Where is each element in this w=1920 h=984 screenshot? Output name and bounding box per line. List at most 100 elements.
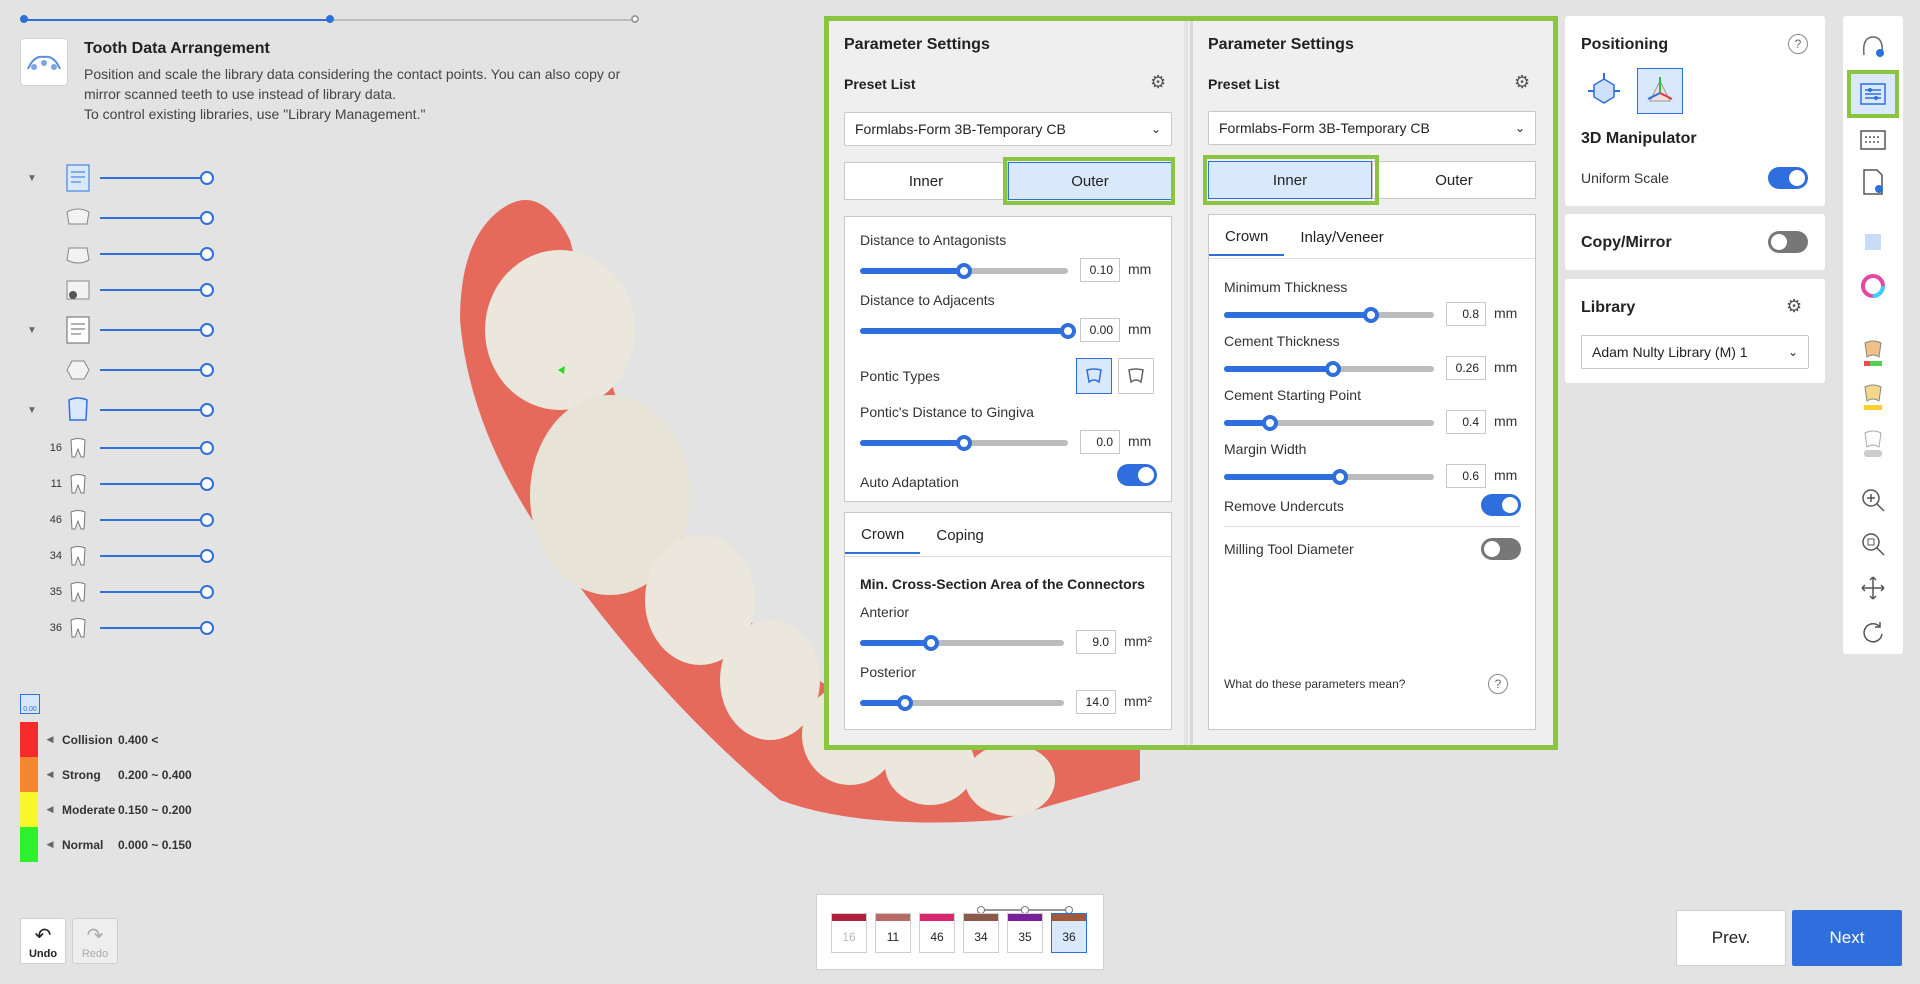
pontic-type-2-icon[interactable]: [1118, 358, 1154, 394]
tab-crown-left[interactable]: Crown: [845, 516, 921, 554]
tree-item-lower-jaw[interactable]: [24, 240, 234, 268]
preset-gear-icon-2[interactable]: ⚙: [1514, 72, 1530, 93]
parameters-help-link[interactable]: What do these parameters mean?: [1224, 677, 1405, 691]
doc-gray-icon[interactable]: [64, 316, 92, 344]
opacity-slider[interactable]: [100, 403, 214, 417]
opacity-slider[interactable]: [100, 441, 214, 455]
collapse-caret-icon[interactable]: ▼: [24, 405, 40, 416]
tree-item-tooth-34[interactable]: 34: [24, 542, 234, 570]
collapse-caret-icon[interactable]: ▼: [24, 173, 40, 184]
tree-item-tooth-16[interactable]: 16: [24, 434, 234, 462]
help-icon[interactable]: ?: [1488, 674, 1508, 694]
library-dropdown[interactable]: Adam Nulty Library (M) 1 ⌄: [1581, 335, 1809, 369]
preset-dropdown-2[interactable]: Formlabs-Form 3B-Temporary CB ⌄: [1208, 111, 1536, 145]
positioning-help-icon[interactable]: ?: [1788, 34, 1808, 54]
tooth-off-icon[interactable]: [1851, 424, 1895, 464]
tooth-collision-icon[interactable]: [1851, 334, 1895, 374]
tree-item-tooth-35[interactable]: 35: [24, 578, 234, 606]
slider-knob[interactable]: [956, 263, 972, 279]
tab-inlay-veneer[interactable]: Inlay/Veneer: [1284, 218, 1399, 256]
distance-antagonists-value[interactable]: 0.10: [1080, 258, 1120, 282]
cement-starting-point-slider[interactable]: [1224, 415, 1434, 431]
slider-knob[interactable]: [956, 435, 972, 451]
preset-dropdown[interactable]: Formlabs-Form 3B-Temporary CB ⌄: [844, 112, 1172, 146]
slider-knob[interactable]: [896, 695, 913, 711]
collapse-caret-icon[interactable]: ▼: [24, 325, 40, 336]
slider-knob[interactable]: [200, 477, 214, 491]
tree-item-tooth-36[interactable]: 36: [24, 614, 234, 642]
opacity-slider[interactable]: [100, 585, 214, 599]
uniform-scale-toggle[interactable]: [1768, 167, 1808, 189]
cement-thickness-slider[interactable]: [1224, 361, 1434, 377]
color-wheel-icon[interactable]: [1851, 266, 1895, 306]
keyboard-icon[interactable]: [1851, 120, 1895, 160]
slider-knob[interactable]: [1331, 469, 1348, 485]
tree-group-cad[interactable]: ▼: [24, 316, 234, 344]
cube-icon[interactable]: [1851, 222, 1895, 262]
pontic-distance-slider[interactable]: [860, 435, 1068, 451]
jaw-bite-icon[interactable]: [64, 276, 92, 304]
parameter-settings-icon[interactable]: [1847, 70, 1899, 118]
jaw-upper-icon[interactable]: [64, 204, 92, 232]
rotate-icon[interactable]: [1851, 612, 1895, 652]
tooth-button-36[interactable]: 36: [1051, 913, 1087, 953]
tab-coping[interactable]: Coping: [920, 516, 1000, 554]
tooth-button-34[interactable]: 34: [963, 913, 999, 953]
anterior-slider[interactable]: [860, 635, 1064, 651]
jaw-lower-icon[interactable]: [64, 240, 92, 268]
auto-adaptation-toggle[interactable]: [1117, 464, 1157, 486]
distance-adjacents-value[interactable]: 0.00: [1080, 318, 1120, 342]
manipulator-3d-icon[interactable]: [1637, 68, 1683, 114]
seg-outer-2[interactable]: Outer: [1372, 161, 1536, 199]
prev-button[interactable]: Prev.: [1676, 910, 1786, 966]
zoom-fit-icon[interactable]: [1851, 524, 1895, 564]
step-dot-3[interactable]: [631, 15, 639, 23]
slider-knob[interactable]: [200, 585, 214, 599]
tooth-icon[interactable]: [64, 542, 92, 570]
tooth-icon[interactable]: [64, 614, 92, 642]
tooth-icon[interactable]: [64, 578, 92, 606]
margin-width-value[interactable]: 0.6: [1446, 464, 1486, 488]
undo-button[interactable]: ↶ Undo: [20, 918, 66, 964]
milling-tool-toggle[interactable]: [1481, 538, 1521, 560]
slider-knob[interactable]: [1060, 323, 1076, 339]
opacity-slider[interactable]: [100, 323, 214, 337]
distance-antagonists-slider[interactable]: [860, 263, 1068, 279]
tooth-icon[interactable]: [64, 470, 92, 498]
slider-knob[interactable]: [200, 247, 214, 261]
tooth-gap-icon[interactable]: [1851, 378, 1895, 418]
legend-arrow-icon[interactable]: ◀: [38, 839, 62, 850]
opacity-slider[interactable]: [100, 477, 214, 491]
distance-adjacents-slider[interactable]: [860, 323, 1076, 339]
tree-group-teeth[interactable]: ▼: [24, 396, 234, 424]
redo-button[interactable]: ↷ Redo: [72, 918, 118, 964]
pan-icon[interactable]: [1851, 568, 1895, 608]
step-dot-2[interactable]: [326, 15, 334, 23]
hex-icon[interactable]: [64, 356, 92, 384]
tree-item-tooth-11[interactable]: 11: [24, 470, 234, 498]
posterior-slider[interactable]: [860, 695, 1064, 711]
jaw-info-icon[interactable]: [1851, 26, 1895, 66]
legend-badge[interactable]: 0.00: [20, 694, 40, 714]
opacity-slider[interactable]: [100, 211, 214, 225]
tree-item-upper-jaw[interactable]: [24, 204, 234, 232]
remove-undercuts-toggle[interactable]: [1481, 494, 1521, 516]
tree-group-scan-data[interactable]: ▼: [24, 164, 234, 192]
cement-thickness-value[interactable]: 0.26: [1446, 356, 1486, 380]
tooth-icon[interactable]: [64, 434, 92, 462]
tree-item-tooth-46[interactable]: 46: [24, 506, 234, 534]
opacity-slider[interactable]: [100, 549, 214, 563]
zoom-in-icon[interactable]: [1851, 480, 1895, 520]
slider-knob[interactable]: [200, 283, 214, 297]
minimum-thickness-value[interactable]: 0.8: [1446, 302, 1486, 326]
library-gear-icon[interactable]: ⚙: [1786, 296, 1802, 317]
opacity-slider[interactable]: [100, 513, 214, 527]
panel-splitter[interactable]: [1190, 21, 1193, 745]
tree-item-bite[interactable]: [24, 276, 234, 304]
slider-knob[interactable]: [200, 549, 214, 563]
copy-mirror-toggle[interactable]: [1768, 231, 1808, 253]
minimum-thickness-slider[interactable]: [1224, 307, 1434, 323]
legend-arrow-icon[interactable]: ◀: [38, 769, 62, 780]
tooth-button-16[interactable]: 16: [831, 913, 867, 953]
tree-item-margin[interactable]: [24, 356, 234, 384]
